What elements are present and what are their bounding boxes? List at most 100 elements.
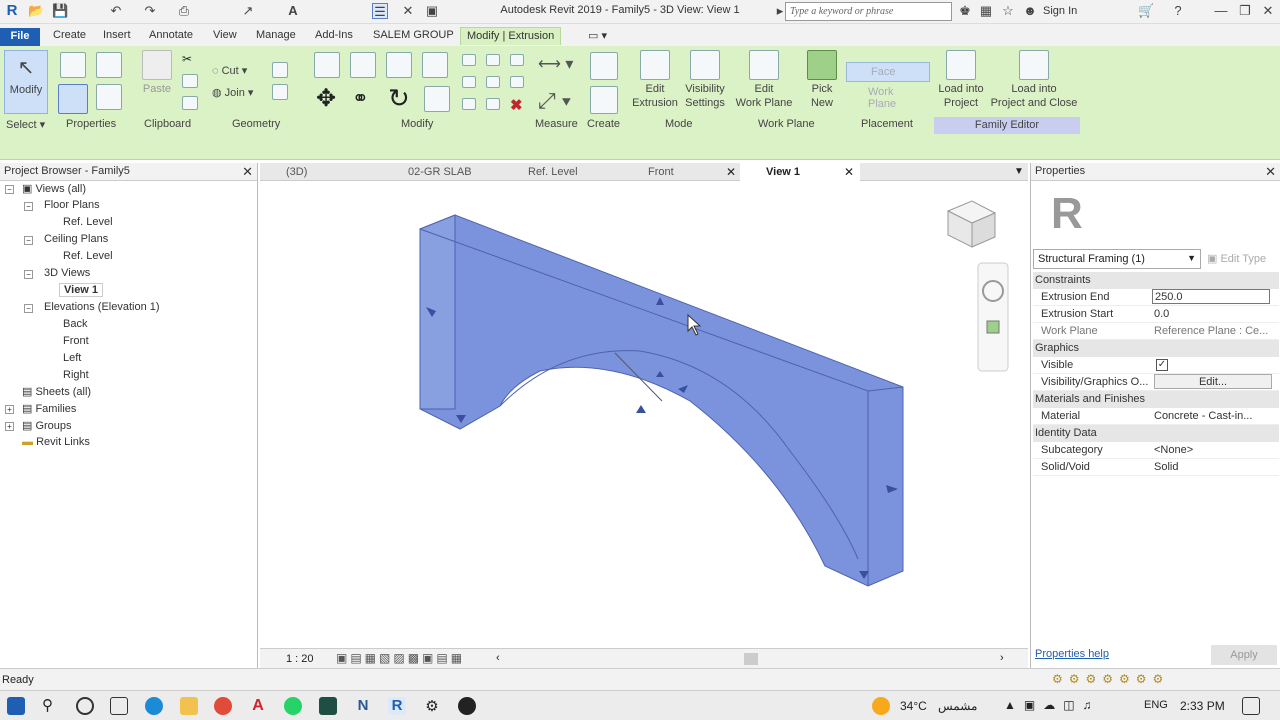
cut-geometry-icon[interactable]: ✂ — [182, 52, 198, 66]
vis-graphics-edit-button[interactable]: Edit... — [1154, 374, 1272, 389]
split-face-icon[interactable] — [272, 84, 288, 100]
tree-floor-ref-level[interactable]: Ref. Level — [63, 216, 113, 228]
type-selector[interactable]: Structural Framing (1) ▼ — [1033, 249, 1201, 269]
tab-annotate[interactable]: Annotate — [143, 27, 199, 45]
extend-icon[interactable] — [486, 98, 500, 110]
prop-extrusion-end[interactable]: Extrusion End 250.0 — [1033, 289, 1279, 306]
tree-ceiling-plans[interactable]: Ceiling Plans — [44, 233, 108, 245]
tray-icons[interactable]: ▲▣☁◫♫ — [1004, 698, 1100, 712]
media-app-icon[interactable] — [458, 697, 476, 715]
selection-filters-icons[interactable]: ⚙⚙⚙⚙⚙⚙⚙ — [1052, 672, 1169, 686]
redo-icon[interactable]: ↷ — [142, 3, 158, 19]
type-properties-icon[interactable] — [60, 52, 86, 78]
collapse-icon[interactable]: − — [24, 304, 33, 313]
expand-icon[interactable]: + — [5, 422, 14, 431]
view-tab-3d[interactable]: (3D) — [260, 163, 382, 181]
tab-add-ins[interactable]: Add-Ins — [309, 27, 359, 45]
aligned-dimension-icon[interactable]: ⟷ ▾ — [538, 54, 573, 74]
family-types-icon[interactable] — [96, 52, 122, 78]
open-icon[interactable]: 📂 — [28, 3, 44, 19]
tree-front[interactable]: Front — [63, 335, 89, 347]
shape-handle[interactable] — [636, 405, 646, 413]
panel-toggle-icon[interactable]: ▭ ▾ — [582, 27, 613, 45]
minimize-icon[interactable]: — — [1213, 3, 1229, 19]
whatsapp-icon[interactable] — [284, 697, 302, 715]
visibility-settings-button[interactable]: Visibility Settings — [682, 50, 728, 110]
scroll-left-icon[interactable]: ‹ — [496, 652, 500, 664]
tree-view-1[interactable]: View 1 — [59, 283, 104, 297]
copy-icon[interactable] — [182, 74, 198, 88]
prop-solid-void[interactable]: Solid/Void Solid — [1033, 459, 1279, 476]
undo-icon[interactable]: ↶ — [108, 3, 124, 19]
view-tab-front[interactable]: Front — [622, 163, 740, 181]
panel-select[interactable]: Select ▾ — [6, 118, 45, 131]
rotate-icon[interactable]: ↻ — [388, 84, 410, 112]
cut-button[interactable]: ◌ Cut ▾ — [212, 64, 247, 78]
create-similar-icon[interactable] — [590, 52, 618, 80]
tab-file[interactable]: File — [0, 28, 40, 46]
edit-work-plane-button[interactable]: Edit Work Plane — [734, 50, 794, 110]
tab-salem-group[interactable]: SALEM GROUP — [367, 27, 460, 45]
revit-logo-icon[interactable]: R — [4, 3, 20, 19]
tree-left[interactable]: Left — [63, 352, 81, 364]
close-icon[interactable]: ✕ — [242, 164, 253, 180]
pin-icon[interactable] — [510, 76, 524, 88]
apply-button[interactable]: Apply — [1211, 645, 1277, 665]
tab-create[interactable]: Create — [47, 27, 92, 45]
subscription-icon[interactable]: ▦ — [978, 3, 994, 19]
tree-right[interactable]: Right — [63, 369, 89, 381]
paste-button[interactable]: Paste — [140, 50, 174, 96]
close-hidden-icon[interactable]: ✕ — [400, 3, 416, 19]
view-cube[interactable] — [946, 200, 997, 248]
tree-revit-links[interactable]: ▬ Revit Links — [22, 436, 90, 448]
prop-material[interactable]: Material Concrete - Cast-in... — [1033, 408, 1279, 425]
user-icon[interactable]: ☻ — [1022, 3, 1038, 19]
help-icon[interactable]: ? — [1170, 3, 1186, 19]
move-icon[interactable]: ✥ — [316, 86, 336, 112]
mirror-axis-icon[interactable] — [386, 52, 412, 78]
wall-joins-icon[interactable] — [272, 62, 288, 78]
join-button[interactable]: ◍ Join ▾ — [212, 86, 253, 100]
properties-icon[interactable] — [58, 84, 88, 114]
task-view-icon[interactable] — [110, 697, 128, 715]
measure-icon[interactable]: ↗ — [240, 3, 256, 19]
extrusion-model[interactable] — [260, 181, 1028, 648]
edit-extrusion-button[interactable]: Edit Extrusion — [632, 50, 678, 110]
scale-icon[interactable] — [486, 76, 500, 88]
onenote-icon[interactable]: N — [354, 697, 372, 715]
tree-3d-views[interactable]: 3D Views — [44, 267, 90, 279]
view-tab-ref-level[interactable]: Ref. Level — [502, 163, 622, 181]
close-icon[interactable]: ✕ — [1265, 164, 1276, 180]
close-icon[interactable]: ✕ — [726, 165, 736, 179]
split-element-icon[interactable] — [462, 54, 476, 66]
collapse-icon[interactable]: − — [5, 185, 14, 194]
cart-icon[interactable]: 🛒 — [1138, 3, 1154, 19]
thin-lines-icon[interactable]: ☰ — [372, 3, 388, 19]
search-input[interactable]: Type a keyword or phrase — [785, 2, 952, 21]
view-tab-gr-slab[interactable]: 02-GR SLAB — [382, 163, 502, 181]
offset-icon[interactable] — [350, 52, 376, 78]
align-icon[interactable] — [314, 52, 340, 78]
scroll-right-icon[interactable]: › — [1000, 652, 1004, 664]
weather-text[interactable]: مشمس — [938, 699, 977, 713]
delete-icon[interactable]: ✖ — [510, 96, 523, 114]
tab-manage[interactable]: Manage — [250, 27, 302, 45]
edge-icon[interactable] — [145, 697, 163, 715]
close-icon[interactable]: ✕ — [1260, 3, 1276, 19]
visible-checkbox[interactable]: ✓ — [1156, 359, 1168, 371]
tree-views-all[interactable]: ▣ Views (all) — [22, 182, 86, 195]
array-icon[interactable] — [462, 76, 476, 88]
collapse-icon[interactable]: − — [24, 236, 33, 245]
section-materials[interactable]: Materials and Finishes — [1033, 391, 1279, 408]
tree-ceiling-ref-level[interactable]: Ref. Level — [63, 250, 113, 262]
tree-back[interactable]: Back — [63, 318, 87, 330]
navigation-bar[interactable] — [977, 262, 1009, 372]
tree-sheets[interactable]: ▤ Sheets (all) — [22, 385, 91, 398]
collapse-icon[interactable]: − — [24, 202, 33, 211]
print-icon[interactable]: ⎙ — [176, 3, 192, 19]
family-category-icon[interactable] — [96, 84, 122, 110]
face-button[interactable]: Face — [846, 62, 930, 82]
sign-in-link[interactable]: Sign In — [1043, 5, 1077, 17]
horizontal-scrollbar[interactable] — [744, 653, 758, 665]
restore-icon[interactable]: ❐ — [1237, 3, 1253, 19]
